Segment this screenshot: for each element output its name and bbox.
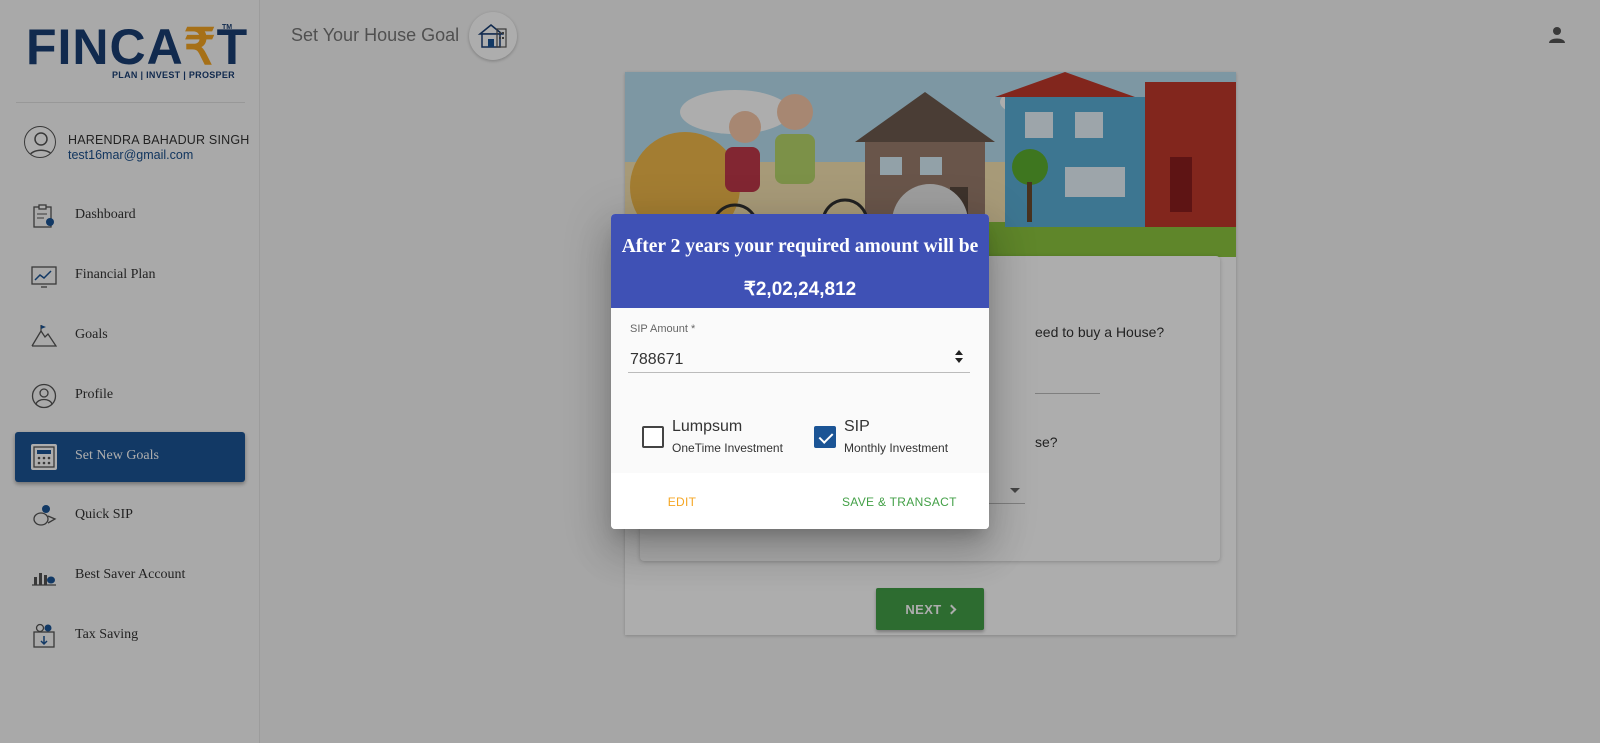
sip-amount-input[interactable]: [630, 347, 950, 373]
stepper-down-icon[interactable]: [955, 358, 963, 363]
save-and-transact-button[interactable]: SAVE & TRANSACT: [842, 491, 982, 513]
lumpsum-sublabel: OneTime Investment: [672, 441, 783, 455]
required-amount: ₹2,02,24,812: [743, 279, 857, 300]
edit-button[interactable]: EDIT: [655, 491, 709, 513]
sip-sublabel: Monthly Investment: [844, 441, 949, 455]
sip-amount-stepper[interactable]: [955, 350, 965, 366]
input-underline: [628, 372, 970, 373]
lumpsum-checkbox[interactable]: [642, 426, 664, 448]
sip-label: SIP: [844, 418, 870, 435]
dialog-header: After 2 years your required amount will …: [611, 214, 989, 308]
dialog-title: After 2 years your required amount will …: [621, 236, 979, 257]
stepper-up-icon[interactable]: [955, 350, 963, 355]
goal-result-dialog: After 2 years your required amount will …: [611, 214, 989, 529]
sip-checkbox[interactable]: [814, 426, 836, 448]
dialog-actions: EDIT SAVE & TRANSACT: [611, 473, 989, 529]
sip-amount-label: SIP Amount *: [630, 323, 696, 335]
lumpsum-label: Lumpsum: [672, 418, 743, 435]
